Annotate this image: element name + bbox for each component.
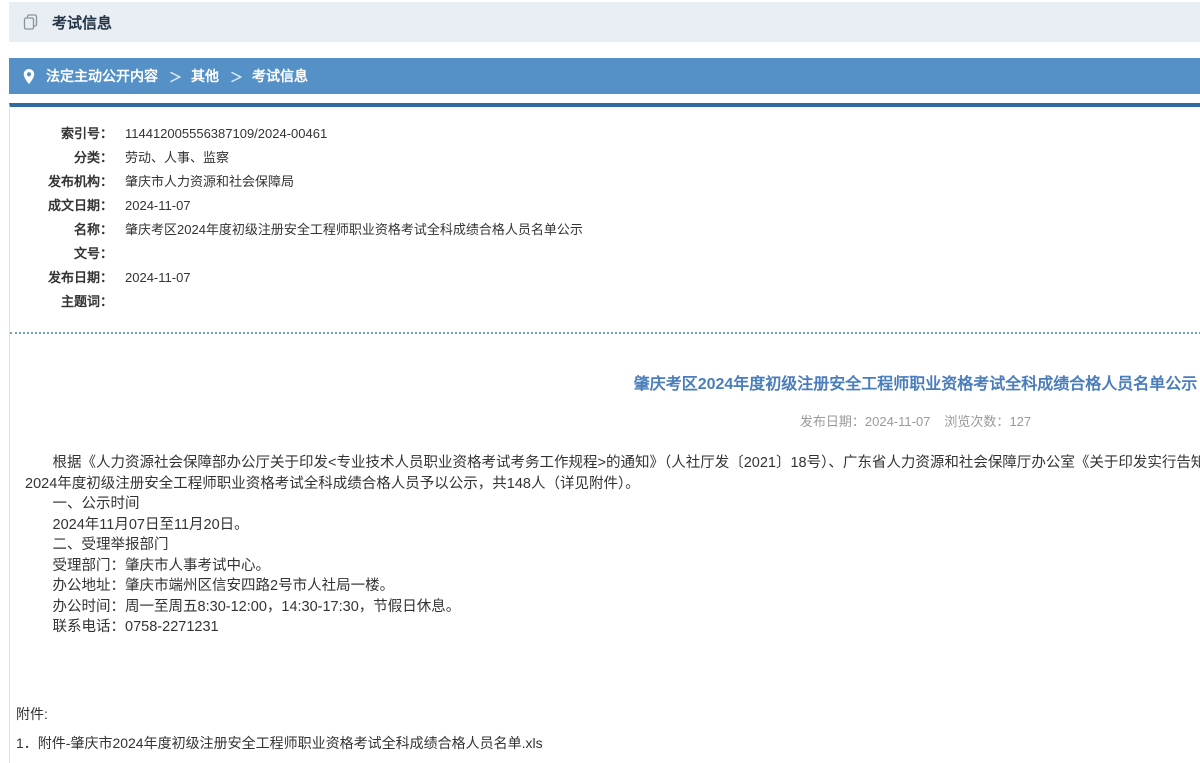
document-info-table: 索引号： 114412005556387109/2024-00461 分类： 劳… (10, 107, 1200, 324)
paragraph: 办公地址：肇庆市端州区信安四路2号市人社局一楼。 (25, 576, 1200, 597)
meta-value-publisher: 肇庆市人力资源和社会保障局 (125, 170, 294, 194)
table-row: 成文日期： 2024-11-07 (10, 194, 1200, 218)
paragraph: 2024年度初级注册安全工程师职业资格考试全科成绩合格人员予以公示，共148人（… (25, 474, 1200, 495)
paragraph: 2024年11月07日至11月20日。 (25, 515, 1200, 536)
article: 肇庆考区2024年度初级注册安全工程师职业资格考试全科成绩合格人员名单公示 发布… (10, 332, 1200, 753)
breadcrumb-separator: ＞ (230, 67, 243, 86)
page-header: 考试信息 (9, 2, 1200, 42)
breadcrumb-item-legal-disclosure[interactable]: 法定主动公开内容 (46, 66, 158, 86)
document-copy-icon (23, 14, 39, 31)
meta-value-written-date: 2024-11-07 (125, 194, 191, 218)
breadcrumb-item-other[interactable]: 其他 (191, 66, 219, 86)
meta-label-doc-no: 文号： (10, 242, 113, 266)
views-value: 127 (1009, 414, 1031, 429)
article-title: 肇庆考区2024年度初级注册安全工程师职业资格考试全科成绩合格人员名单公示 (10, 370, 1200, 394)
attachments-section: 附件: 1．附件-肇庆市2024年度初级注册安全工程师职业资格考试全科成绩合格人… (10, 704, 1200, 753)
breadcrumb-item-exam-info[interactable]: 考试信息 (252, 66, 308, 86)
paragraph: 办公时间：周一至周五8:30-12:00，14:30-17:30，节假日休息。 (25, 597, 1200, 618)
table-row: 索引号： 114412005556387109/2024-00461 (10, 122, 1200, 146)
publish-date-value: 2024-11-07 (865, 414, 931, 429)
table-row: 主题词： (10, 290, 1200, 314)
meta-label-index-no: 索引号： (10, 122, 113, 146)
paragraph: 联系电话：0758-2271231 (25, 617, 1200, 638)
meta-label-publisher: 发布机构： (10, 170, 113, 194)
article-body: 根据《人力资源社会保障部办公厅关于印发<专业技术人员职业资格考试考务工作规程>的… (10, 453, 1200, 638)
table-row: 分类： 劳动、人事、监察 (10, 146, 1200, 170)
meta-value-name: 肇庆考区2024年度初级注册安全工程师职业资格考试全科成绩合格人员名单公示 (125, 218, 583, 242)
meta-label-name: 名称： (10, 218, 113, 242)
content-panel: 索引号： 114412005556387109/2024-00461 分类： 劳… (9, 103, 1200, 763)
meta-label-category: 分类： (10, 146, 113, 170)
breadcrumb-separator: ＞ (169, 67, 182, 86)
article-meta: 发布日期：2024-11-07 浏览次数：127 (10, 411, 1200, 430)
meta-value-category: 劳动、人事、监察 (125, 146, 229, 170)
publish-date-label: 发布日期： (800, 414, 865, 429)
paragraph: 根据《人力资源社会保障部办公厅关于印发<专业技术人员职业资格考试考务工作规程>的… (25, 453, 1200, 474)
views-label: 浏览次数： (944, 414, 1009, 429)
page-header-title: 考试信息 (52, 12, 112, 33)
paragraph: 受理部门：肇庆市人事考试中心。 (25, 556, 1200, 577)
table-row: 名称： 肇庆考区2024年度初级注册安全工程师职业资格考试全科成绩合格人员名单公… (10, 218, 1200, 242)
breadcrumb: 法定主动公开内容 ＞ 其他 ＞ 考试信息 (9, 58, 1200, 94)
meta-value-publish-date: 2024-11-07 (125, 266, 191, 290)
paragraph: 二、受理举报部门 (25, 535, 1200, 556)
meta-value-index-no: 114412005556387109/2024-00461 (125, 122, 327, 146)
table-row: 发布机构： 肇庆市人力资源和社会保障局 (10, 170, 1200, 194)
table-row: 文号： (10, 242, 1200, 266)
page: 考试信息 法定主动公开内容 ＞ 其他 ＞ 考试信息 索引号： 114412005… (9, 2, 1200, 763)
table-row: 发布日期： 2024-11-07 (10, 266, 1200, 290)
meta-label-written-date: 成文日期： (10, 194, 113, 218)
location-pin-icon (23, 69, 35, 84)
meta-label-publish-date: 发布日期： (10, 266, 113, 290)
attachments-heading: 附件: (16, 704, 1200, 724)
meta-label-subject-words: 主题词： (10, 290, 113, 314)
paragraph: 一、公示时间 (25, 494, 1200, 515)
